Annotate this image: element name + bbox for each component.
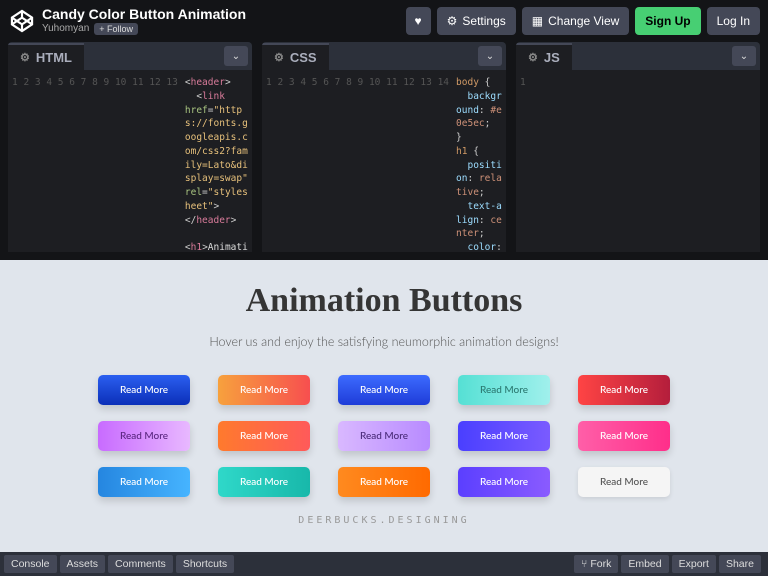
- js-code[interactable]: 1: [516, 70, 760, 252]
- demo-button-12[interactable]: Read More: [218, 467, 310, 497]
- demo-button-10[interactable]: Read More: [578, 421, 670, 451]
- bottom-bar: Console Assets Comments Shortcuts ⑂Fork …: [0, 552, 768, 576]
- codepen-logo[interactable]: [8, 7, 36, 35]
- button-frame: Read More Read More Read More Read More …: [0, 349, 768, 497]
- html-code[interactable]: 1 2 3 4 5 6 7 8 9 10 11 12 13 <header> <…: [8, 70, 252, 252]
- chevron-down-icon[interactable]: ⌄: [478, 46, 502, 66]
- layout-icon: ▦: [532, 14, 543, 28]
- shortcuts-button[interactable]: Shortcuts: [176, 555, 234, 573]
- editor-panels: ⚙HTML ⌄ 1 2 3 4 5 6 7 8 9 10 11 12 13 <h…: [0, 42, 768, 260]
- demo-button-14[interactable]: Read More: [458, 467, 550, 497]
- panel-header: ⚙CSS ⌄: [262, 42, 506, 70]
- pen-title: Candy Color Button Animation: [42, 7, 400, 22]
- chevron-down-icon[interactable]: ⌄: [732, 46, 756, 66]
- html-panel: ⚙HTML ⌄ 1 2 3 4 5 6 7 8 9 10 11 12 13 <h…: [8, 42, 252, 252]
- gear-icon: ⚙: [20, 51, 30, 64]
- preview-pane: Animation Buttons Hover us and enjoy the…: [0, 260, 768, 552]
- panel-header: ⚙JS ⌄: [516, 42, 760, 70]
- export-button[interactable]: Export: [672, 555, 716, 573]
- css-code[interactable]: 1 2 3 4 5 6 7 8 9 10 11 12 13 14 body { …: [262, 70, 506, 252]
- demo-button-5[interactable]: Read More: [578, 375, 670, 405]
- signup-button[interactable]: Sign Up: [635, 7, 700, 35]
- demo-button-2[interactable]: Read More: [218, 375, 310, 405]
- gear-icon: ⚙: [274, 51, 284, 64]
- chevron-down-icon[interactable]: ⌄: [224, 46, 248, 66]
- credit-text: DEERBUCKS.DESIGNING: [0, 515, 768, 526]
- demo-button-7[interactable]: Read More: [218, 421, 310, 451]
- css-tab[interactable]: ⚙CSS: [262, 43, 329, 70]
- gear-icon: ⚙: [447, 14, 458, 28]
- comments-button[interactable]: Comments: [108, 555, 173, 573]
- demo-button-15[interactable]: Read More: [578, 467, 670, 497]
- panel-header: ⚙HTML ⌄: [8, 42, 252, 70]
- demo-button-1[interactable]: Read More: [98, 375, 190, 405]
- demo-button-8[interactable]: Read More: [338, 421, 430, 451]
- top-bar: Candy Color Button Animation Yuhomyan + …: [0, 0, 768, 42]
- html-tab[interactable]: ⚙HTML: [8, 43, 84, 70]
- css-panel: ⚙CSS ⌄ 1 2 3 4 5 6 7 8 9 10 11 12 13 14 …: [262, 42, 506, 252]
- preview-heading: Animation Buttons: [0, 260, 768, 320]
- demo-button-13[interactable]: Read More: [338, 467, 430, 497]
- demo-button-4[interactable]: Read More: [458, 375, 550, 405]
- console-button[interactable]: Console: [4, 555, 57, 573]
- fork-icon: ⑂: [581, 558, 587, 570]
- login-button[interactable]: Log In: [707, 7, 760, 35]
- change-view-button[interactable]: ▦Change View: [522, 7, 630, 35]
- preview-subtitle: Hover us and enjoy the satisfying neumor…: [0, 334, 768, 349]
- js-tab[interactable]: ⚙JS: [516, 43, 572, 70]
- gear-icon: ⚙: [528, 51, 538, 64]
- share-button[interactable]: Share: [719, 555, 761, 573]
- settings-button[interactable]: ⚙Settings: [437, 7, 516, 35]
- demo-button-9[interactable]: Read More: [458, 421, 550, 451]
- title-area: Candy Color Button Animation Yuhomyan + …: [42, 7, 400, 34]
- js-panel: ⚙JS ⌄ 1: [516, 42, 760, 252]
- assets-button[interactable]: Assets: [60, 555, 106, 573]
- like-button[interactable]: ♥: [406, 7, 431, 35]
- demo-button-6[interactable]: Read More: [98, 421, 190, 451]
- author-name[interactable]: Yuhomyan: [42, 23, 89, 34]
- demo-button-3[interactable]: Read More: [338, 375, 430, 405]
- fork-button[interactable]: ⑂Fork: [574, 555, 618, 573]
- heart-icon: ♥: [415, 14, 422, 28]
- demo-button-11[interactable]: Read More: [98, 467, 190, 497]
- embed-button[interactable]: Embed: [621, 555, 668, 573]
- follow-button[interactable]: + Follow: [94, 23, 138, 35]
